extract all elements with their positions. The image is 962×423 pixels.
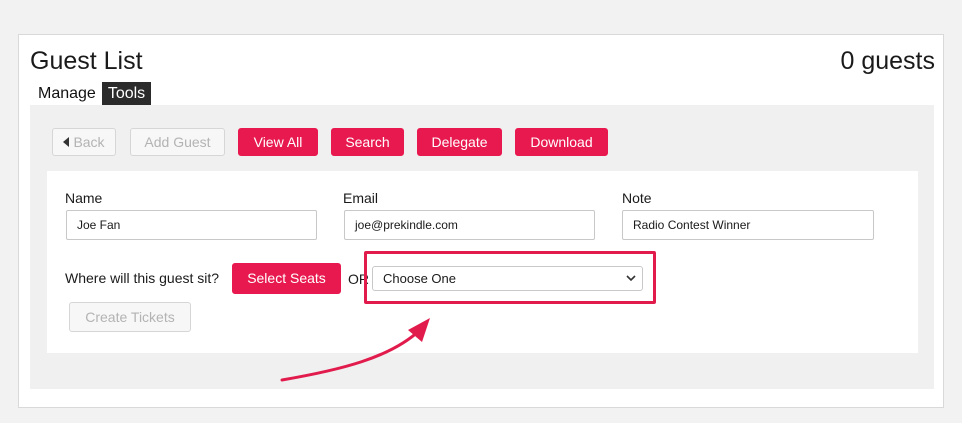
seat-question-label: Where will this guest sit? xyxy=(65,270,220,286)
tab-manage[interactable]: Manage xyxy=(32,82,102,105)
add-guest-button[interactable]: Add Guest xyxy=(130,128,225,156)
download-button[interactable]: Download xyxy=(515,128,608,156)
note-field[interactable]: Radio Contest Winner xyxy=(622,210,874,240)
email-field[interactable]: joe@prekindle.com xyxy=(344,210,595,240)
search-button[interactable]: Search xyxy=(331,128,404,156)
select-seats-button[interactable]: Select Seats xyxy=(232,263,341,294)
page-title: Guest List xyxy=(30,47,143,75)
view-all-button[interactable]: View All xyxy=(238,128,318,156)
tab-bar: Manage Tools xyxy=(32,82,152,105)
name-label: Name xyxy=(65,190,103,206)
annotation-arrow xyxy=(280,318,430,382)
delegate-button[interactable]: Delegate xyxy=(417,128,502,156)
name-field[interactable]: Joe Fan xyxy=(66,210,317,240)
back-button-label: Back xyxy=(73,134,105,150)
note-label: Note xyxy=(622,190,652,206)
create-tickets-button[interactable]: Create Tickets xyxy=(69,302,191,332)
email-label: Email xyxy=(343,190,379,206)
back-button[interactable]: Back xyxy=(52,128,116,156)
guest-count: 0 guests xyxy=(840,47,935,75)
tab-tools[interactable]: Tools xyxy=(101,82,152,105)
caret-left-icon xyxy=(63,137,70,148)
highlight-box xyxy=(364,251,656,304)
